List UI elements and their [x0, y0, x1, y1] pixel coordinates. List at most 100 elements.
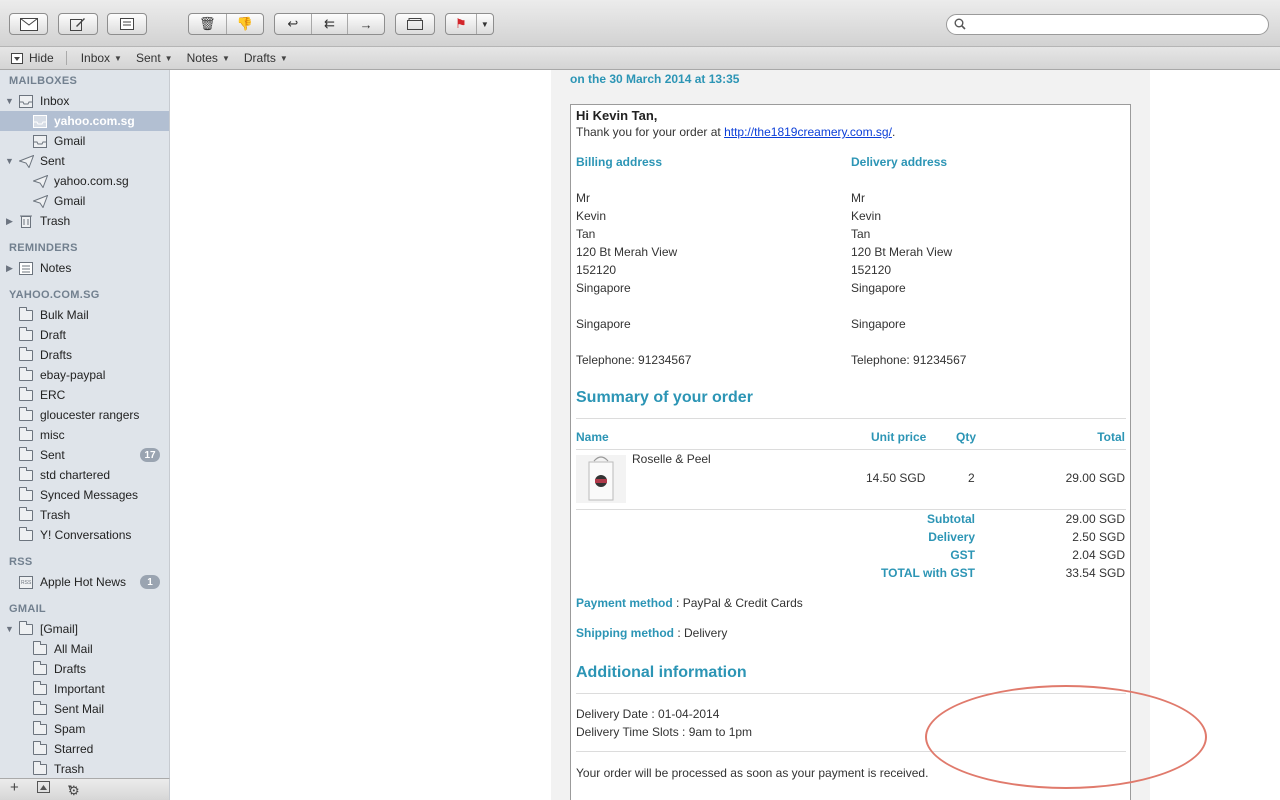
sidebar-item-yahoo-sent[interactable]: Sent 17 — [0, 445, 169, 465]
delivery-fee-value: 2.50 SGD — [1072, 530, 1125, 544]
shipping-method-label: Shipping method — [576, 626, 674, 640]
billing-line: Mr — [576, 191, 590, 205]
folder-icon — [19, 407, 33, 421]
archive-button[interactable] — [395, 13, 435, 35]
add-mailbox-button[interactable]: + — [10, 779, 19, 796]
sidebar-item-yahoo-trash[interactable]: Trash — [0, 505, 169, 525]
favorite-drafts[interactable]: Drafts ▼ — [244, 51, 288, 65]
sidebar-item-notes[interactable]: ▶ Notes — [0, 258, 169, 278]
billing-line: Kevin — [576, 209, 607, 223]
folder-icon — [33, 721, 47, 735]
shop-link[interactable]: http://the1819creamery.com.sg/ — [724, 125, 892, 139]
sidebar-item-bulk-mail[interactable]: Bulk Mail — [0, 305, 169, 325]
trash-icon: 🗑 — [198, 16, 216, 31]
thumbs-down-icon: 👎 — [236, 16, 253, 31]
sidebar-item-label: yahoo.com.sg — [54, 174, 129, 188]
favorite-drafts-label: Drafts — [243, 51, 276, 65]
sidebar-item-trash[interactable]: ▶ Trash — [0, 211, 169, 231]
thanks-prefix: Thank you for your order at — [576, 125, 725, 139]
sidebar-item-spam[interactable]: Spam — [0, 719, 169, 739]
product-qty: 2 — [968, 471, 975, 485]
sidebar-item-label: misc — [40, 428, 65, 442]
folder-icon — [33, 701, 47, 715]
activity-icon — [37, 781, 50, 793]
folder-icon — [33, 741, 47, 755]
delivery-line: Mr — [851, 191, 865, 205]
sidebar-item-sent-gmail[interactable]: Gmail — [0, 191, 169, 211]
sidebar-item-label: Draft — [40, 328, 67, 342]
sidebar-item-label: gloucester rangers — [40, 408, 140, 422]
hide-label: Hide — [29, 51, 54, 65]
forward-button[interactable]: → — [348, 14, 384, 34]
flag-button[interactable]: ⚑ — [446, 14, 477, 34]
disclosure-closed-icon[interactable]: ▶ — [6, 216, 13, 227]
delete-button[interactable]: 🗑 — [189, 14, 227, 34]
folder-icon — [19, 507, 33, 521]
sidebar-item-gmail-drafts[interactable]: Drafts — [0, 659, 169, 679]
flag-icon: ⚑ — [454, 16, 467, 31]
disclosure-open-icon[interactable]: ▼ — [5, 156, 14, 166]
notes-button[interactable] — [107, 13, 147, 35]
junk-button[interactable]: 👎 — [227, 14, 264, 34]
sidebar-item-sent[interactable]: ▼ Sent — [0, 151, 169, 171]
sidebar-item-important[interactable]: Important — [0, 679, 169, 699]
sidebar-item-inbox[interactable]: ▼ Inbox — [0, 91, 169, 111]
reply-all-button[interactable]: ⇇ — [312, 14, 349, 34]
sidebar-item-label: Gmail — [54, 194, 86, 208]
message-pane: on the 30 March 2014 at 13:35 Hi Kevin T… — [171, 70, 1280, 800]
sidebar-item-inbox-yahoo[interactable]: yahoo.com.sg — [0, 111, 169, 131]
favorite-notes[interactable]: Notes ▼ — [187, 51, 230, 65]
sidebar-item-gmail-trash[interactable]: Trash — [0, 759, 169, 778]
sidebar-item-misc[interactable]: misc — [0, 425, 169, 445]
sidebar-item-ebay-paypal[interactable]: ebay-paypal — [0, 365, 169, 385]
favorite-sent[interactable]: Sent ▼ — [136, 51, 173, 65]
folder-icon — [33, 761, 47, 775]
sidebar-item-gloucester-rangers[interactable]: gloucester rangers — [0, 405, 169, 425]
billing-line: Tan — [576, 227, 596, 241]
sidebar-item-apple-hot-news[interactable]: RSS Apple Hot News 1 — [0, 572, 169, 592]
gst-value: 2.04 SGD — [1072, 548, 1125, 562]
compose-button[interactable] — [58, 13, 98, 35]
disclosure-closed-icon[interactable]: ▶ — [6, 263, 13, 274]
sidebar-item-inbox-gmail[interactable]: Gmail — [0, 131, 169, 151]
sidebar-item-drafts[interactable]: Drafts — [0, 345, 169, 365]
sidebar-item-label: Drafts — [40, 348, 73, 362]
delivery-line: Tan — [851, 227, 871, 241]
hide-mailboxes-button[interactable]: Hide — [11, 51, 54, 65]
shipping-method-value: : Delivery — [674, 626, 728, 640]
product-total: 29.00 SGD — [1065, 471, 1125, 485]
favorite-inbox-label: Inbox — [80, 51, 111, 65]
sidebar-item-sent-mail[interactable]: Sent Mail — [0, 699, 169, 719]
sidebar-item-label: Notes — [40, 261, 72, 275]
column-header-name: Name — [576, 430, 609, 444]
sidebar-item-label: Y! Conversations — [40, 528, 132, 542]
sidebar-item-sent-yahoo[interactable]: yahoo.com.sg — [0, 171, 169, 191]
sidebar-item-synced-messages[interactable]: Synced Messages — [0, 485, 169, 505]
product-image[interactable] — [576, 455, 626, 503]
sidebar-item-all-mail[interactable]: All Mail — [0, 639, 169, 659]
search-field[interactable] — [946, 14, 1269, 35]
sidebar-item-starred[interactable]: Starred — [0, 739, 169, 759]
thanks-line: Thank you for your order at http://the18… — [576, 125, 895, 139]
sidebar-item-label: All Mail — [54, 642, 93, 656]
search-icon — [954, 18, 966, 33]
disclosure-open-icon[interactable]: ▼ — [5, 624, 14, 634]
folder-icon — [33, 681, 47, 695]
sidebar-item-label: Sent — [40, 448, 65, 462]
flag-menu-button[interactable]: ▼ — [477, 14, 493, 34]
reply-button[interactable]: ↩ — [275, 14, 312, 34]
search-input[interactable] — [971, 17, 1265, 34]
sidebar-item-draft[interactable]: Draft — [0, 325, 169, 345]
sidebar-item-std-chartered[interactable]: std chartered — [0, 465, 169, 485]
hide-sidebar-icon — [11, 52, 23, 64]
sidebar-item-gmail-root[interactable]: ▼ [Gmail] — [0, 619, 169, 639]
sidebar-item-erc[interactable]: ERC — [0, 385, 169, 405]
favorite-inbox[interactable]: Inbox ▼ — [81, 51, 122, 65]
show-activity-button[interactable] — [37, 781, 50, 796]
disclosure-open-icon[interactable]: ▼ — [5, 96, 14, 106]
svg-text:RSS: RSS — [21, 580, 32, 586]
sidebar-item-y-conversations[interactable]: Y! Conversations — [0, 525, 169, 545]
folder-icon — [33, 641, 47, 655]
sidebar-item-label: Inbox — [40, 94, 70, 108]
get-mail-button[interactable] — [9, 13, 48, 35]
